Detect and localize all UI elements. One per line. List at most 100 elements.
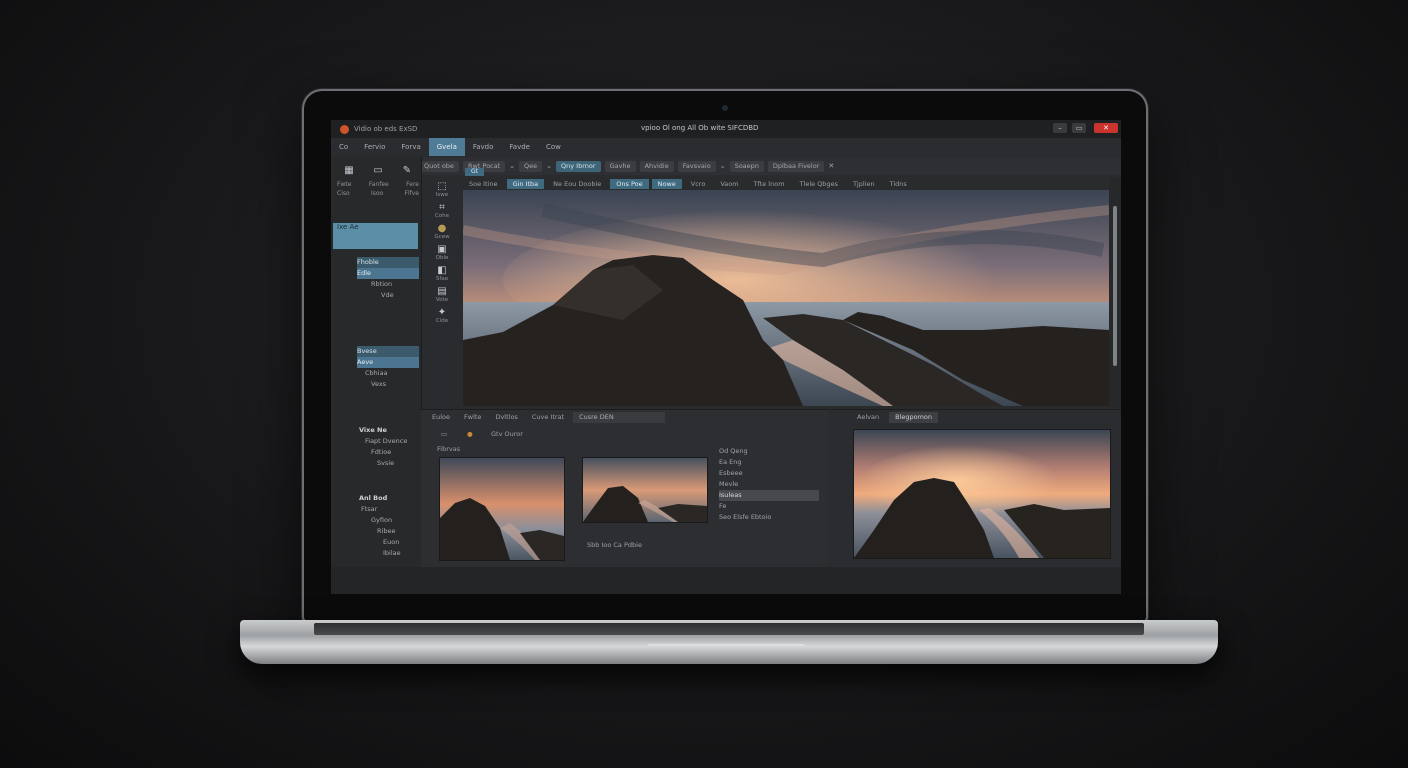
tree-row[interactable]: Bvese bbox=[357, 346, 419, 357]
tree-row-selected[interactable]: Edle bbox=[357, 268, 419, 279]
scrollbar-thumb[interactable] bbox=[1113, 206, 1117, 366]
tree-row[interactable]: Fiapt Dvence bbox=[365, 436, 419, 447]
tree-group-2: Bvese Aeve Cbhiaa Vexs bbox=[337, 346, 419, 390]
bottom-left-panel: Euloe Fwlte Dvltlos Cuve Itrat Cusre DEN… bbox=[421, 409, 829, 568]
bottom-right-tabs: Aelvan Blegpomon bbox=[851, 412, 939, 423]
menu-item[interactable]: Favdo bbox=[465, 138, 502, 156]
toolbar-field[interactable]: Favsvaio bbox=[677, 160, 716, 172]
tree-row[interactable]: Ftsar bbox=[361, 504, 419, 515]
tree-row[interactable]: Euon bbox=[383, 537, 419, 548]
preview-image bbox=[853, 429, 1111, 559]
preset-select[interactable]: Cusre DEN bbox=[573, 412, 666, 423]
image-tool-icon[interactable]: ▤ bbox=[423, 286, 461, 297]
toolbar-field[interactable]: Qee bbox=[519, 160, 543, 172]
menu-item[interactable]: Cow bbox=[538, 138, 569, 156]
tab[interactable]: Soe Itine bbox=[463, 179, 504, 189]
layers-icon[interactable]: ▭ bbox=[366, 165, 390, 176]
thumbnail-2[interactable] bbox=[582, 457, 708, 523]
tree-row[interactable]: Vexs bbox=[371, 379, 419, 390]
tree-row[interactable]: Ibilae bbox=[383, 548, 419, 559]
thumbnail-1[interactable] bbox=[439, 457, 565, 561]
property-row[interactable]: Seo Elsfe Ebtoio bbox=[719, 512, 819, 523]
menu-item[interactable]: Forva bbox=[393, 138, 428, 156]
close-button[interactable]: ✕ bbox=[1094, 123, 1118, 133]
menu-item[interactable]: Favde bbox=[501, 138, 538, 156]
property-row[interactable]: Esbeee bbox=[719, 468, 819, 479]
tree-row[interactable]: Ribee bbox=[377, 526, 419, 537]
panel-tab[interactable]: Dvltlos bbox=[490, 412, 522, 423]
property-row[interactable]: Fe bbox=[719, 501, 819, 512]
panel-label: Isoo bbox=[370, 190, 384, 197]
keyboard bbox=[314, 623, 1144, 635]
toolbar-field[interactable]: Dplbaa Fivelor bbox=[767, 160, 825, 172]
panel-row-label: Gtv Ouror bbox=[491, 430, 523, 438]
vertical-scrollbar[interactable] bbox=[1109, 178, 1121, 408]
tree-row[interactable]: Cbhiaa bbox=[365, 368, 419, 379]
chevron-down-icon[interactable]: ⌄ bbox=[509, 162, 515, 170]
panel-tab[interactable]: Euloe bbox=[427, 412, 455, 423]
tab[interactable]: Vaom bbox=[714, 179, 744, 189]
chevron-down-icon[interactable]: ⌄ bbox=[720, 162, 726, 170]
property-row[interactable]: Od Qeng bbox=[719, 446, 819, 457]
panel-tab-active[interactable]: Blegpomon bbox=[889, 412, 939, 423]
chevron-down-icon[interactable]: ⌄ bbox=[546, 162, 552, 170]
tree-row[interactable]: Vde bbox=[381, 290, 419, 301]
tab[interactable]: Tfte lnom bbox=[748, 179, 791, 189]
screen: Vidio ob eds ExSD vpioo Ol ong All Ob wi… bbox=[331, 120, 1121, 594]
tab[interactable]: Tidns bbox=[884, 179, 913, 189]
gradient-tool-icon[interactable]: ◧ bbox=[423, 265, 461, 276]
maximize-button[interactable]: ▭ bbox=[1072, 123, 1086, 133]
crop-tool-icon[interactable]: ⌗ bbox=[423, 202, 461, 213]
document-title: vpioo Ol ong All Ob wite SIFCDBD bbox=[641, 124, 759, 132]
tree-row-selected[interactable]: Aeve bbox=[357, 357, 419, 368]
menu-item[interactable]: Co bbox=[331, 138, 356, 156]
grid-icon[interactable]: ▦ bbox=[337, 165, 361, 176]
tool-label: Clde bbox=[435, 318, 449, 324]
close-icon[interactable]: ✕ bbox=[828, 162, 834, 170]
tab[interactable]: Tlele Qbges bbox=[794, 179, 844, 189]
color-tool-icon[interactable]: ● bbox=[423, 223, 461, 234]
record-icon[interactable]: ● bbox=[467, 430, 473, 438]
left-panel: ▦ ▭ ✎ Fwte Fanfee Fere Ciso Isoo Flfve I… bbox=[331, 157, 422, 594]
tab-active[interactable]: Gin Itba bbox=[506, 178, 545, 189]
tree-row[interactable]: Rbtion bbox=[371, 279, 419, 290]
left-panel-icons: ▦ ▭ ✎ bbox=[337, 165, 419, 176]
tab-active[interactable]: Ons Poe bbox=[610, 178, 649, 189]
tree-heading[interactable]: Vixe Ne bbox=[359, 425, 419, 436]
selected-tool-panel[interactable]: Ixe Ae bbox=[333, 223, 418, 249]
property-row[interactable]: Mevle bbox=[719, 479, 819, 490]
menu-item[interactable]: Fervio bbox=[356, 138, 393, 156]
toolbar-field[interactable]: Quot obe bbox=[419, 160, 459, 172]
tab[interactable]: Vcro bbox=[685, 179, 712, 189]
tree-row[interactable]: Gyfion bbox=[371, 515, 419, 526]
toolbar-dropdown[interactable]: Qny Ibrnor bbox=[556, 160, 601, 172]
tree-row[interactable]: Svsie bbox=[377, 458, 419, 469]
toolbar-field[interactable]: Ahvidie bbox=[639, 160, 674, 172]
lid-notch bbox=[648, 644, 804, 656]
panel-tab[interactable]: Fwlte bbox=[459, 412, 486, 423]
file-icon[interactable]: ▭ bbox=[441, 430, 447, 438]
tab-top[interactable]: Gt bbox=[465, 168, 485, 176]
menu-item-active[interactable]: Gvela bbox=[428, 138, 465, 156]
brush-icon[interactable]: ✎ bbox=[395, 165, 419, 176]
panel-tab[interactable]: Aelvan bbox=[851, 412, 885, 423]
tab[interactable]: Ne Eou Doobie bbox=[547, 179, 607, 189]
toolbar-field[interactable]: Soaepn bbox=[729, 160, 764, 172]
main-canvas-image[interactable] bbox=[463, 190, 1109, 406]
frame-tool-icon[interactable]: ▣ bbox=[423, 244, 461, 255]
toolbar-field[interactable]: Gavhe bbox=[604, 160, 636, 172]
select-tool-icon[interactable]: ⬚ bbox=[423, 181, 461, 192]
property-row[interactable]: Ea Eng bbox=[719, 457, 819, 468]
property-row-selected[interactable]: Isuleas bbox=[719, 490, 819, 501]
panel-tab[interactable]: Cuve Itrat bbox=[527, 412, 569, 423]
tab[interactable]: Tjplien bbox=[847, 179, 881, 189]
thumbnail-caption[interactable]: Sbb Ioo Ca Pdbie bbox=[587, 541, 642, 549]
tree-heading[interactable]: Anl Bod bbox=[359, 493, 419, 504]
tree-row[interactable]: Fhoble bbox=[357, 257, 419, 268]
app-logo-icon bbox=[340, 124, 349, 134]
tab-active[interactable]: Nowe bbox=[651, 178, 682, 189]
panel-label: Flfve bbox=[404, 190, 419, 197]
minimize-button[interactable]: – bbox=[1053, 123, 1067, 133]
tree-row[interactable]: Fdtioe bbox=[371, 447, 419, 458]
wand-tool-icon[interactable]: ✦ bbox=[423, 307, 461, 318]
